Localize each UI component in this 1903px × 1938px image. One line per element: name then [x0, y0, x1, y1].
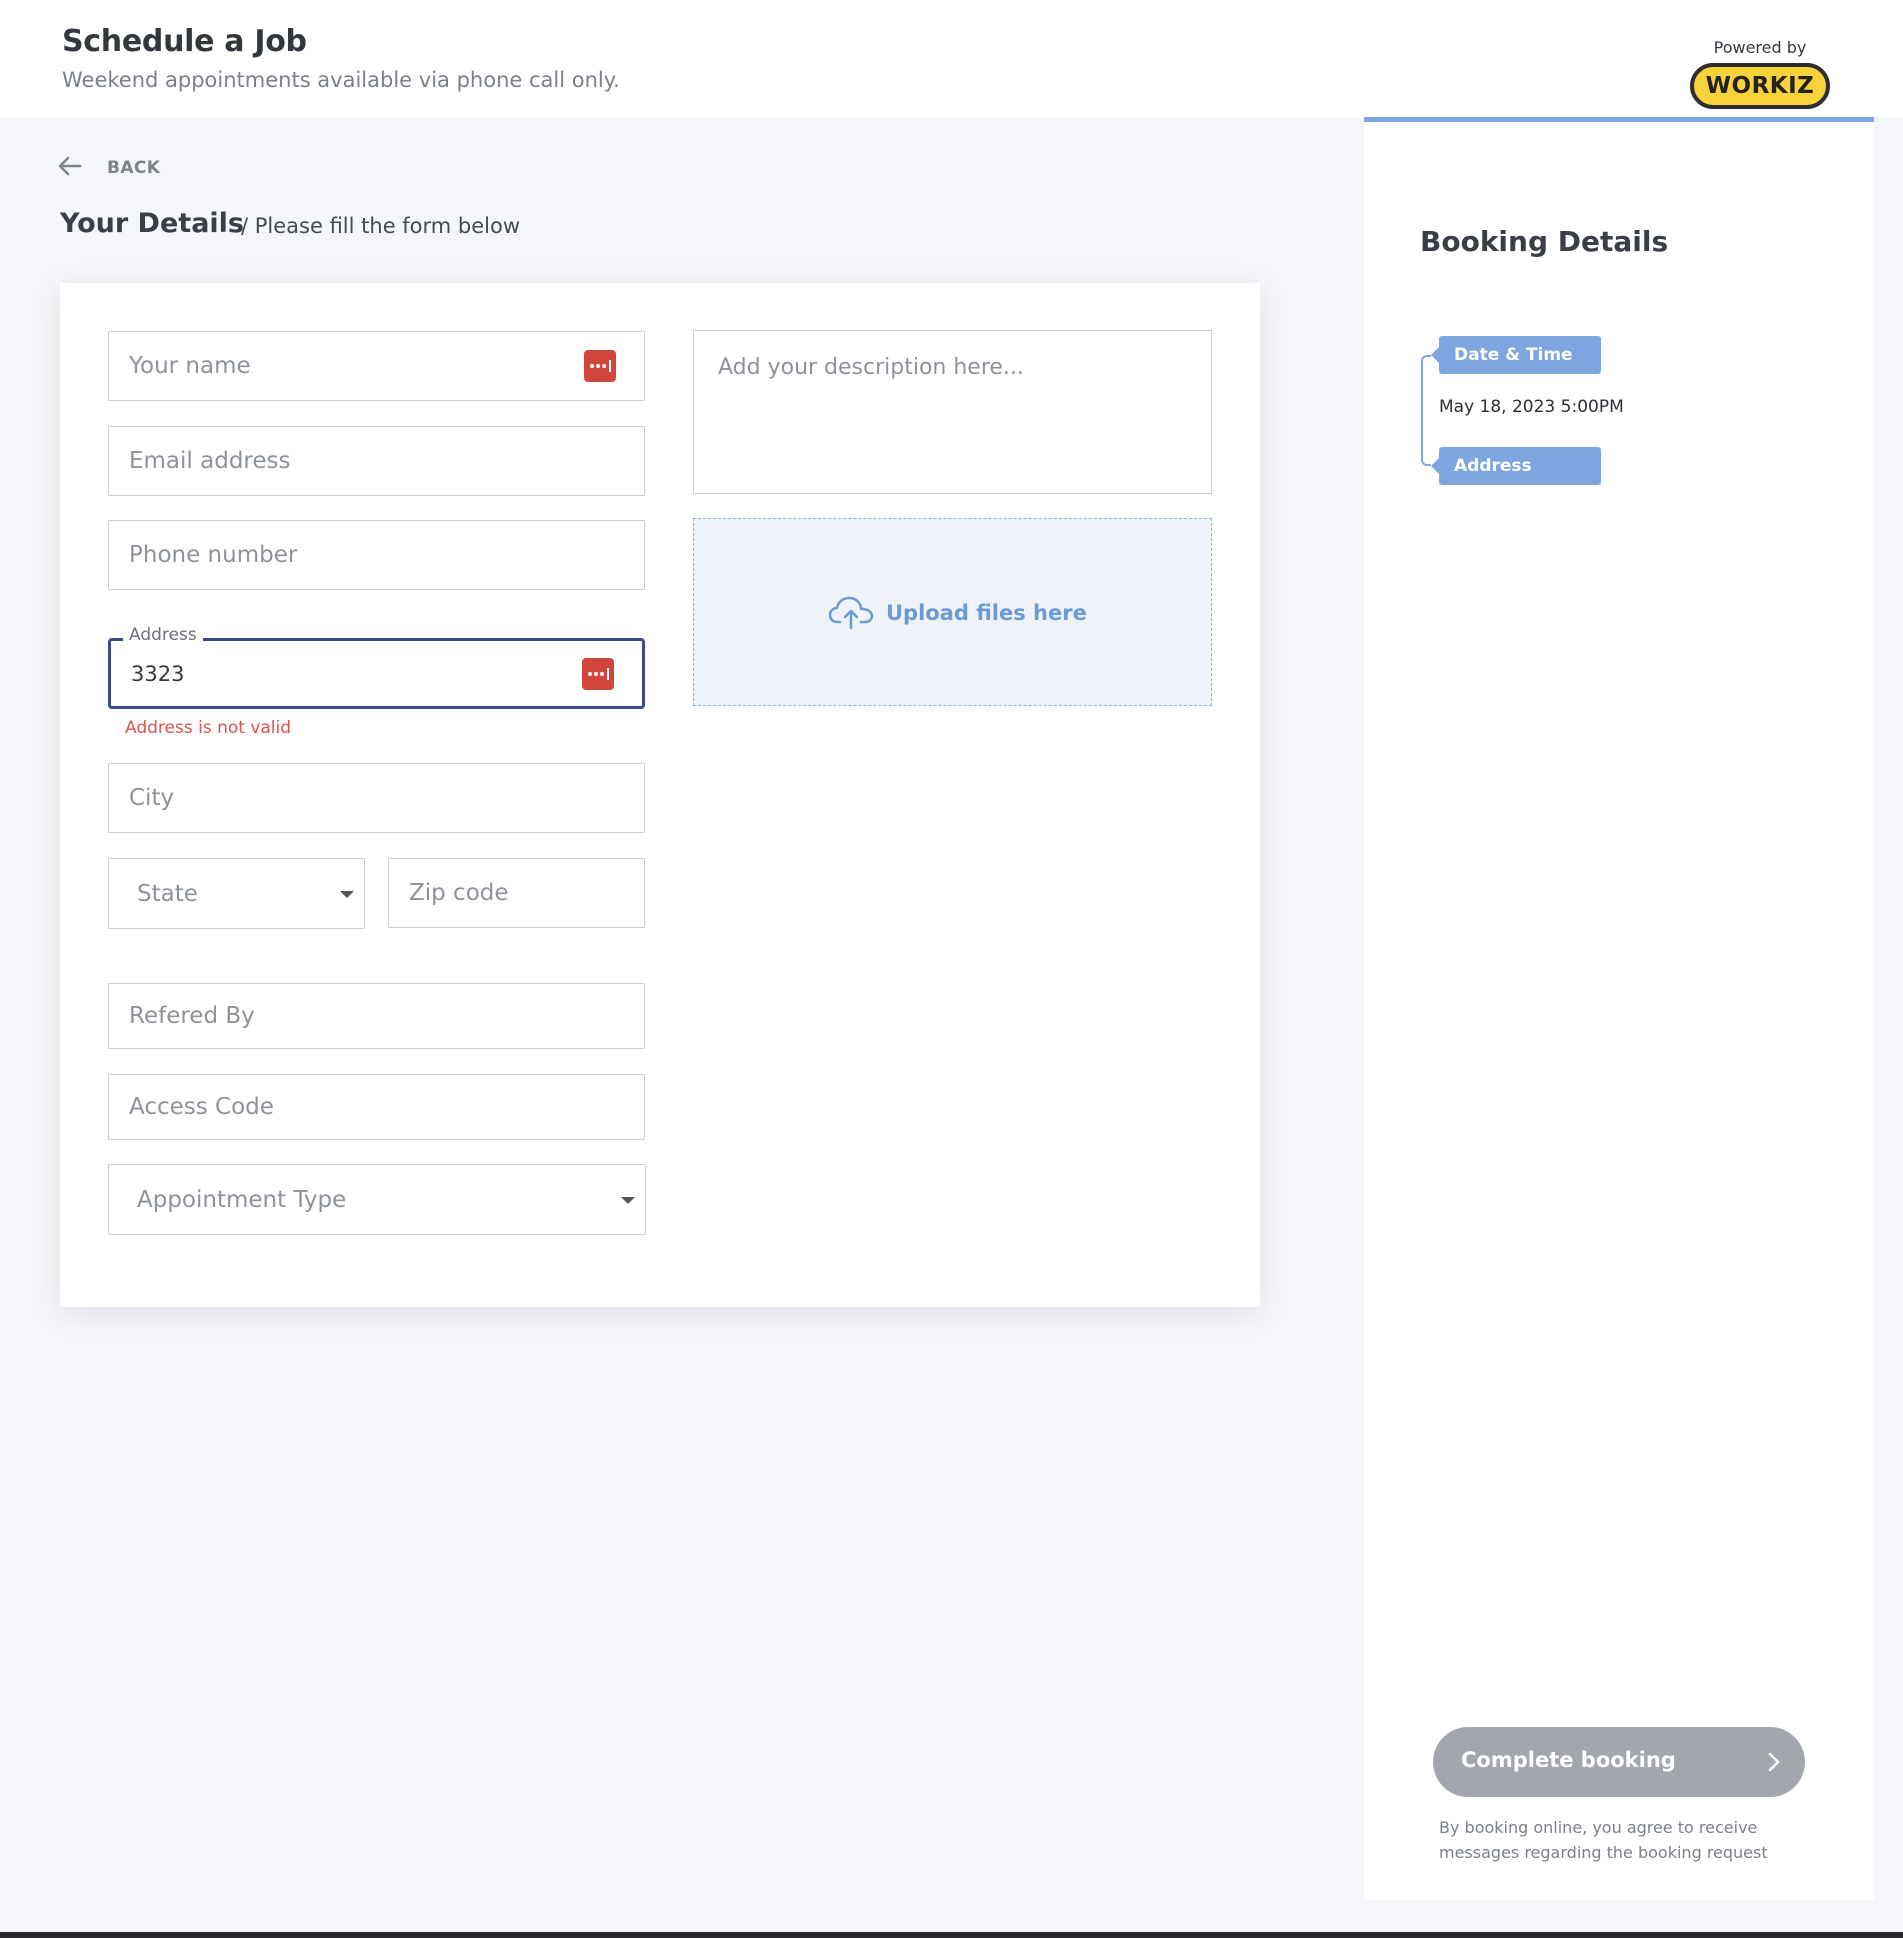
back-button[interactable]: BACK	[58, 153, 170, 183]
date-time-tag: Date & Time	[1431, 336, 1601, 374]
progress-bar	[1364, 117, 1874, 122]
name-input[interactable]: Your name	[108, 331, 645, 401]
arrow-left-icon	[58, 156, 82, 176]
address-error: Address is not valid	[125, 718, 292, 738]
chevron-right-icon	[1768, 1752, 1780, 1772]
powered-by-label: Powered by	[1713, 38, 1807, 57]
page-title: Schedule a Job	[62, 24, 307, 59]
city-placeholder: City	[129, 785, 175, 811]
address-value: 3323	[131, 661, 185, 686]
complete-booking-button[interactable]: Complete booking	[1433, 1727, 1805, 1797]
password-manager-icon[interactable]	[582, 657, 614, 690]
state-placeholder: State	[137, 880, 198, 907]
upload-dropzone[interactable]: Upload files here	[693, 518, 1212, 706]
section-title: Your Details	[60, 208, 244, 239]
address-label: Address	[123, 625, 203, 645]
complete-booking-label: Complete booking	[1461, 1748, 1676, 1772]
address-tag: Address	[1431, 447, 1601, 485]
workiz-logo[interactable]: WORKIZ	[1690, 63, 1830, 109]
phone-placeholder: Phone number	[129, 542, 298, 568]
bottom-edge	[0, 1932, 1903, 1938]
booking-terms: By booking online, you agree to receive …	[1439, 1818, 1768, 1862]
password-manager-icon[interactable]	[584, 350, 616, 382]
name-placeholder: Your name	[129, 353, 251, 379]
email-input[interactable]: Email address	[108, 426, 645, 496]
section-subtitle: / Please fill the form below	[241, 214, 521, 238]
upload-label: Upload files here	[886, 601, 1087, 625]
page-subtitle: Weekend appointments available via phone…	[62, 68, 620, 92]
booking-details-title: Booking Details	[1420, 225, 1669, 258]
zip-input[interactable]: Zip code	[388, 858, 645, 928]
timeline-connector	[1421, 355, 1431, 466]
access-code-input[interactable]: Access Code	[108, 1074, 645, 1140]
address-input[interactable]: Address 3323	[108, 625, 645, 709]
city-input[interactable]: City	[108, 763, 645, 833]
description-placeholder: Add your description here...	[718, 355, 1024, 380]
description-textarea[interactable]: Add your description here...	[693, 330, 1212, 494]
access-code-placeholder: Access Code	[129, 1094, 274, 1120]
cloud-upload-icon	[828, 596, 874, 630]
appointment-type-select[interactable]: Appointment Type	[108, 1164, 646, 1235]
chevron-down-icon	[340, 890, 354, 898]
email-placeholder: Email address	[129, 448, 291, 474]
appointment-type-placeholder: Appointment Type	[137, 1186, 347, 1213]
back-label: BACK	[107, 158, 161, 178]
phone-input[interactable]: Phone number	[108, 520, 645, 590]
state-select[interactable]: State	[108, 858, 365, 929]
chevron-down-icon	[621, 1196, 635, 1204]
referred-by-input[interactable]: Refered By	[108, 983, 645, 1049]
booking-details-panel: Booking Details Date & Time May 18, 2023…	[1364, 117, 1874, 1900]
page-header: Schedule a Job Weekend appointments avai…	[0, 0, 1903, 117]
zip-placeholder: Zip code	[409, 880, 509, 906]
date-time-value: May 18, 2023 5:00PM	[1439, 397, 1624, 417]
referred-by-placeholder: Refered By	[129, 1003, 255, 1029]
